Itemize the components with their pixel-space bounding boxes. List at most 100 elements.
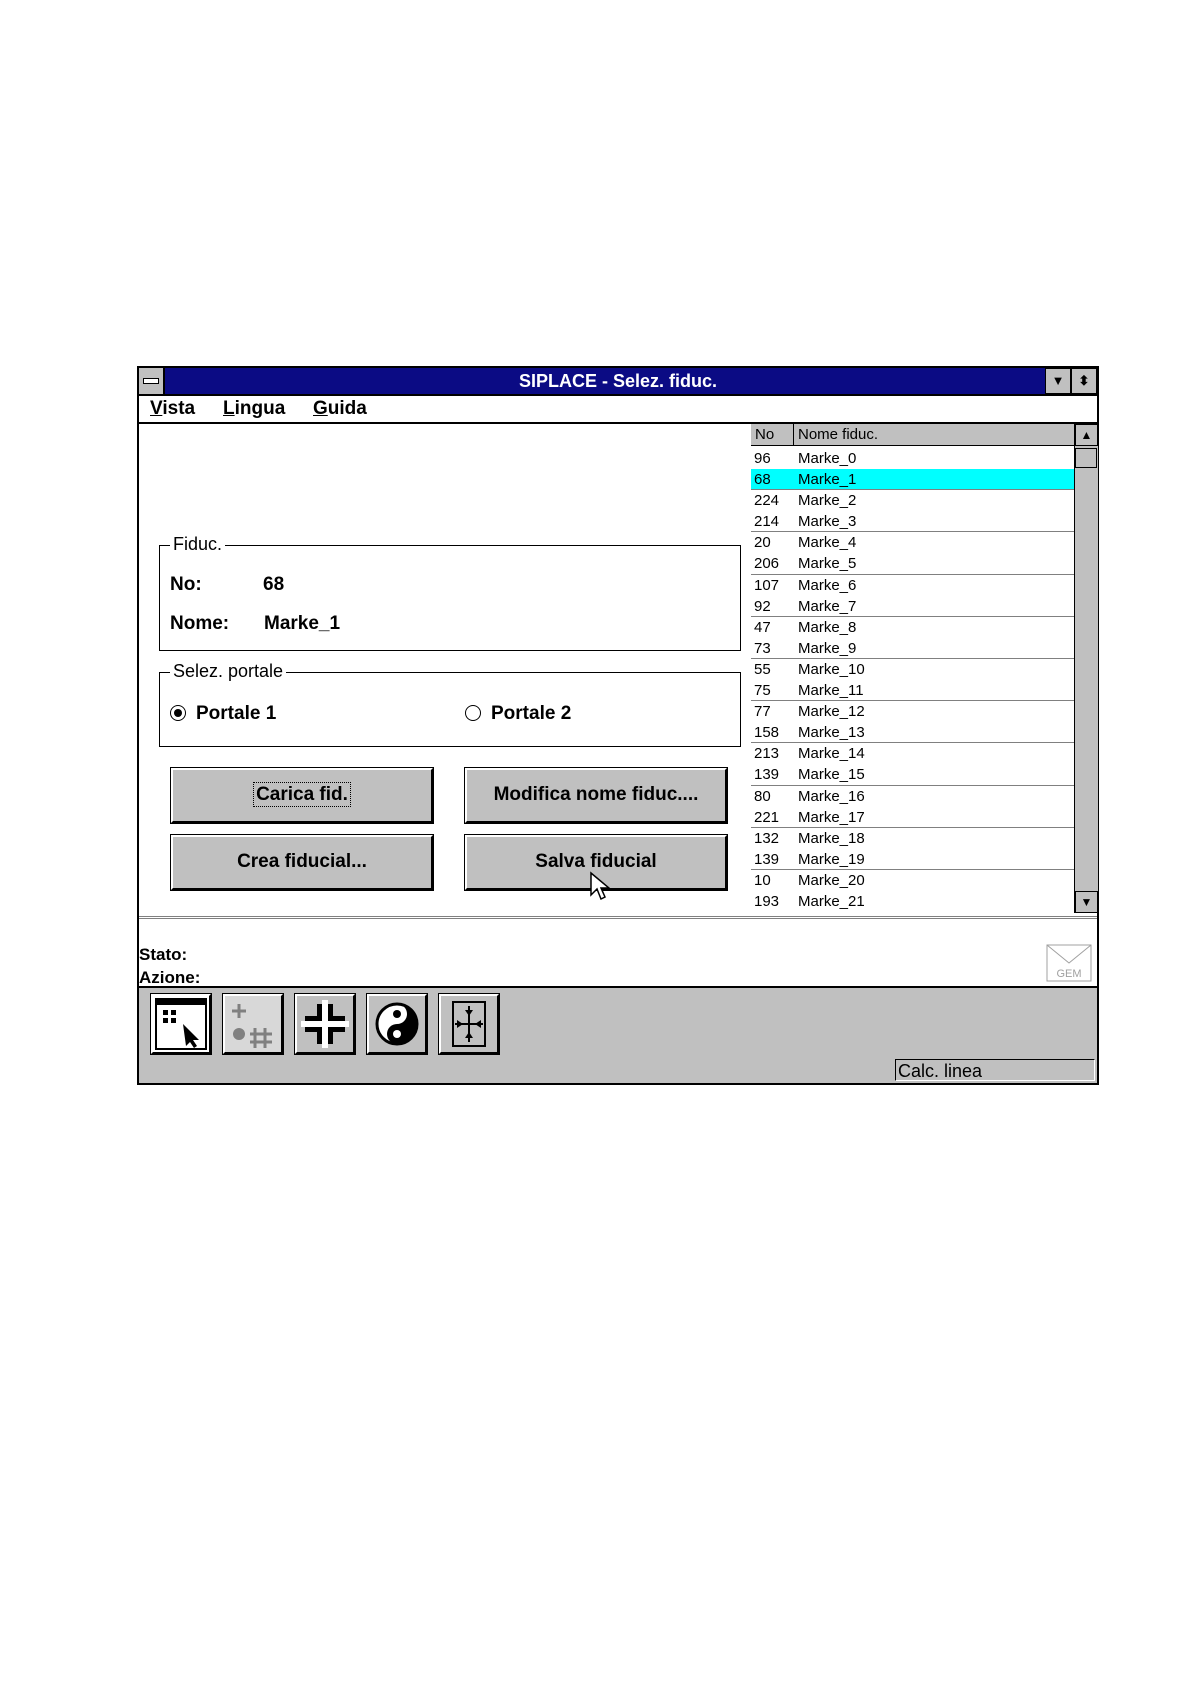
list-item[interactable]: 92 Marke_7	[751, 596, 1074, 617]
list-item-name: Marke_3	[798, 513, 857, 531]
list-item[interactable]: 193 Marke_21	[751, 891, 1074, 912]
azione-label: Azione:	[139, 968, 201, 987]
yin-yang-icon[interactable]	[366, 993, 428, 1055]
list-item-name: Marke_9	[798, 639, 857, 657]
gantry-legend: Selez. portale	[170, 661, 287, 682]
list-item-no: 75	[754, 682, 771, 700]
list-item-no: 214	[754, 513, 780, 531]
list-rows: 96 Marke_0 68 Marke_1 224 Marke_2 214 Marke_3 20…	[751, 448, 1074, 912]
load-fiducial-button[interactable]: Carica fid.	[170, 767, 434, 824]
list-item[interactable]: 75 Marke_11	[751, 680, 1074, 702]
radio-portale-2[interactable]	[465, 705, 481, 721]
rename-fiducial-button[interactable]: Modifica nome fiduc....	[464, 767, 728, 824]
list-item-no: 55	[754, 660, 771, 678]
list-item-no: 92	[754, 597, 771, 615]
list-item-no: 132	[754, 829, 780, 847]
list-scrollbar[interactable]: ▲ ▼	[1074, 424, 1098, 913]
tool-bar	[139, 986, 1097, 1062]
list-item[interactable]: 132 Marke_18	[751, 828, 1074, 849]
list-item[interactable]: 107 Marke_6	[751, 575, 1074, 596]
fiducial-name-value: Marke_1	[264, 613, 341, 634]
list-item-name: Marke_7	[798, 597, 857, 615]
list-item-name: Marke_8	[798, 618, 857, 636]
list-item-name: Marke_5	[798, 555, 857, 573]
list-item-no: 20	[754, 534, 771, 552]
list-item-name: Marke_17	[798, 808, 865, 826]
list-item-name: Marke_1	[798, 471, 857, 489]
list-item-name: Marke_21	[798, 892, 865, 910]
list-item[interactable]: 55 Marke_10	[751, 659, 1074, 680]
gem-mail-icon: GEM	[1046, 944, 1092, 982]
restore-icon[interactable]: ⬍	[1071, 368, 1097, 394]
scroll-up-icon[interactable]: ▲	[1075, 424, 1098, 446]
list-item[interactable]: 73 Marke_9	[751, 638, 1074, 659]
list-item-no: 77	[754, 703, 771, 721]
list-item-no: 193	[754, 892, 780, 910]
scroll-down-icon[interactable]: ▼	[1075, 891, 1098, 913]
status-bar: Calc. linea	[139, 1058, 1097, 1083]
list-item[interactable]: 96 Marke_0	[751, 448, 1074, 469]
list-item[interactable]: 80 Marke_16	[751, 786, 1074, 807]
system-menu-icon[interactable]	[139, 368, 165, 394]
fiducial-legend: Fiduc.	[170, 534, 226, 555]
list-item-name: Marke_0	[798, 450, 857, 467]
fiducial-group: Fiduc. No: 68 Nome: Marke_1	[159, 534, 741, 651]
list-item[interactable]: 20 Marke_4	[751, 532, 1074, 553]
list-item-no: 139	[754, 850, 780, 868]
fiducial-grid-icon[interactable]	[222, 993, 284, 1055]
list-item-no: 206	[754, 555, 780, 573]
list-item-name: Marke_16	[798, 787, 865, 805]
fiducial-list[interactable]: No Nome fiduc. 96 Marke_0 68 Marke_1 224 Mark…	[751, 424, 1098, 913]
list-item[interactable]: 10 Marke_20	[751, 870, 1074, 891]
fiducial-name-label: Nome:	[170, 613, 230, 634]
col-name-header[interactable]: Nome fiduc.	[798, 426, 878, 443]
list-item[interactable]: 206 Marke_5	[751, 553, 1074, 575]
list-item[interactable]: 213 Marke_14	[751, 743, 1074, 764]
portale-2-label[interactable]: Portale 2	[491, 703, 571, 725]
list-item-name: Marke_14	[798, 745, 865, 763]
cross-move-icon[interactable]	[294, 993, 356, 1055]
svg-text:GEM: GEM	[1056, 968, 1081, 980]
select-arrow-icon[interactable]	[150, 993, 212, 1055]
list-item-no: 10	[754, 871, 771, 889]
list-item[interactable]: 224 Marke_2	[751, 490, 1074, 511]
list-item-name: Marke_12	[798, 703, 865, 721]
list-item[interactable]: 221 Marke_17	[751, 807, 1074, 828]
fiducial-no-value: 68	[263, 574, 285, 595]
menu-vista[interactable]: Vista	[150, 398, 195, 420]
portale-1-label[interactable]: Portale 1	[196, 703, 276, 725]
menu-guida[interactable]: Guida	[313, 398, 367, 420]
list-item-name: Marke_2	[798, 492, 857, 510]
scroll-thumb[interactable]	[1075, 448, 1097, 468]
menu-lingua[interactable]: Lingua	[223, 398, 285, 420]
list-item[interactable]: 68 Marke_1	[751, 469, 1074, 491]
list-item-name: Marke_11	[798, 682, 864, 700]
title-bar[interactable]: SIPLACE - Selez. fiduc. ▼ ⬍	[139, 368, 1097, 396]
fiducial-no-label: No:	[170, 574, 202, 595]
list-item[interactable]: 77 Marke_12	[751, 701, 1074, 722]
list-item[interactable]: 158 Marke_13	[751, 722, 1074, 744]
list-item-name: Marke_13	[798, 724, 865, 742]
gantry-group: Selez. portale Portale 1 Portale 2	[159, 661, 741, 747]
list-item-no: 96	[754, 450, 771, 467]
col-no-header[interactable]: No	[755, 426, 774, 443]
list-item-name: Marke_15	[798, 766, 865, 784]
list-item-no: 107	[754, 576, 780, 594]
minimize-icon[interactable]: ▼	[1045, 368, 1071, 394]
status-area: Stato: Azione: GEM	[139, 916, 1097, 989]
list-item-no: 47	[754, 618, 771, 636]
list-item-no: 224	[754, 492, 780, 510]
radio-portale-1[interactable]	[170, 705, 186, 721]
window-title: SIPLACE - Selez. fiduc.	[518, 371, 718, 391]
list-item[interactable]: 139 Marke_19	[751, 849, 1074, 870]
list-item-no: 80	[754, 787, 771, 805]
list-item[interactable]: 139 Marke_15	[751, 764, 1074, 786]
center-align-icon[interactable]	[438, 993, 500, 1055]
list-item[interactable]: 47 Marke_8	[751, 617, 1074, 638]
list-item-no: 73	[754, 639, 771, 657]
list-item[interactable]: 214 Marke_3	[751, 511, 1074, 533]
list-item-name: Marke_4	[798, 534, 857, 552]
list-item-no: 68	[754, 471, 771, 489]
create-fiducial-button[interactable]: Crea fiducial...	[170, 834, 434, 891]
list-item-name: Marke_19	[798, 850, 865, 868]
